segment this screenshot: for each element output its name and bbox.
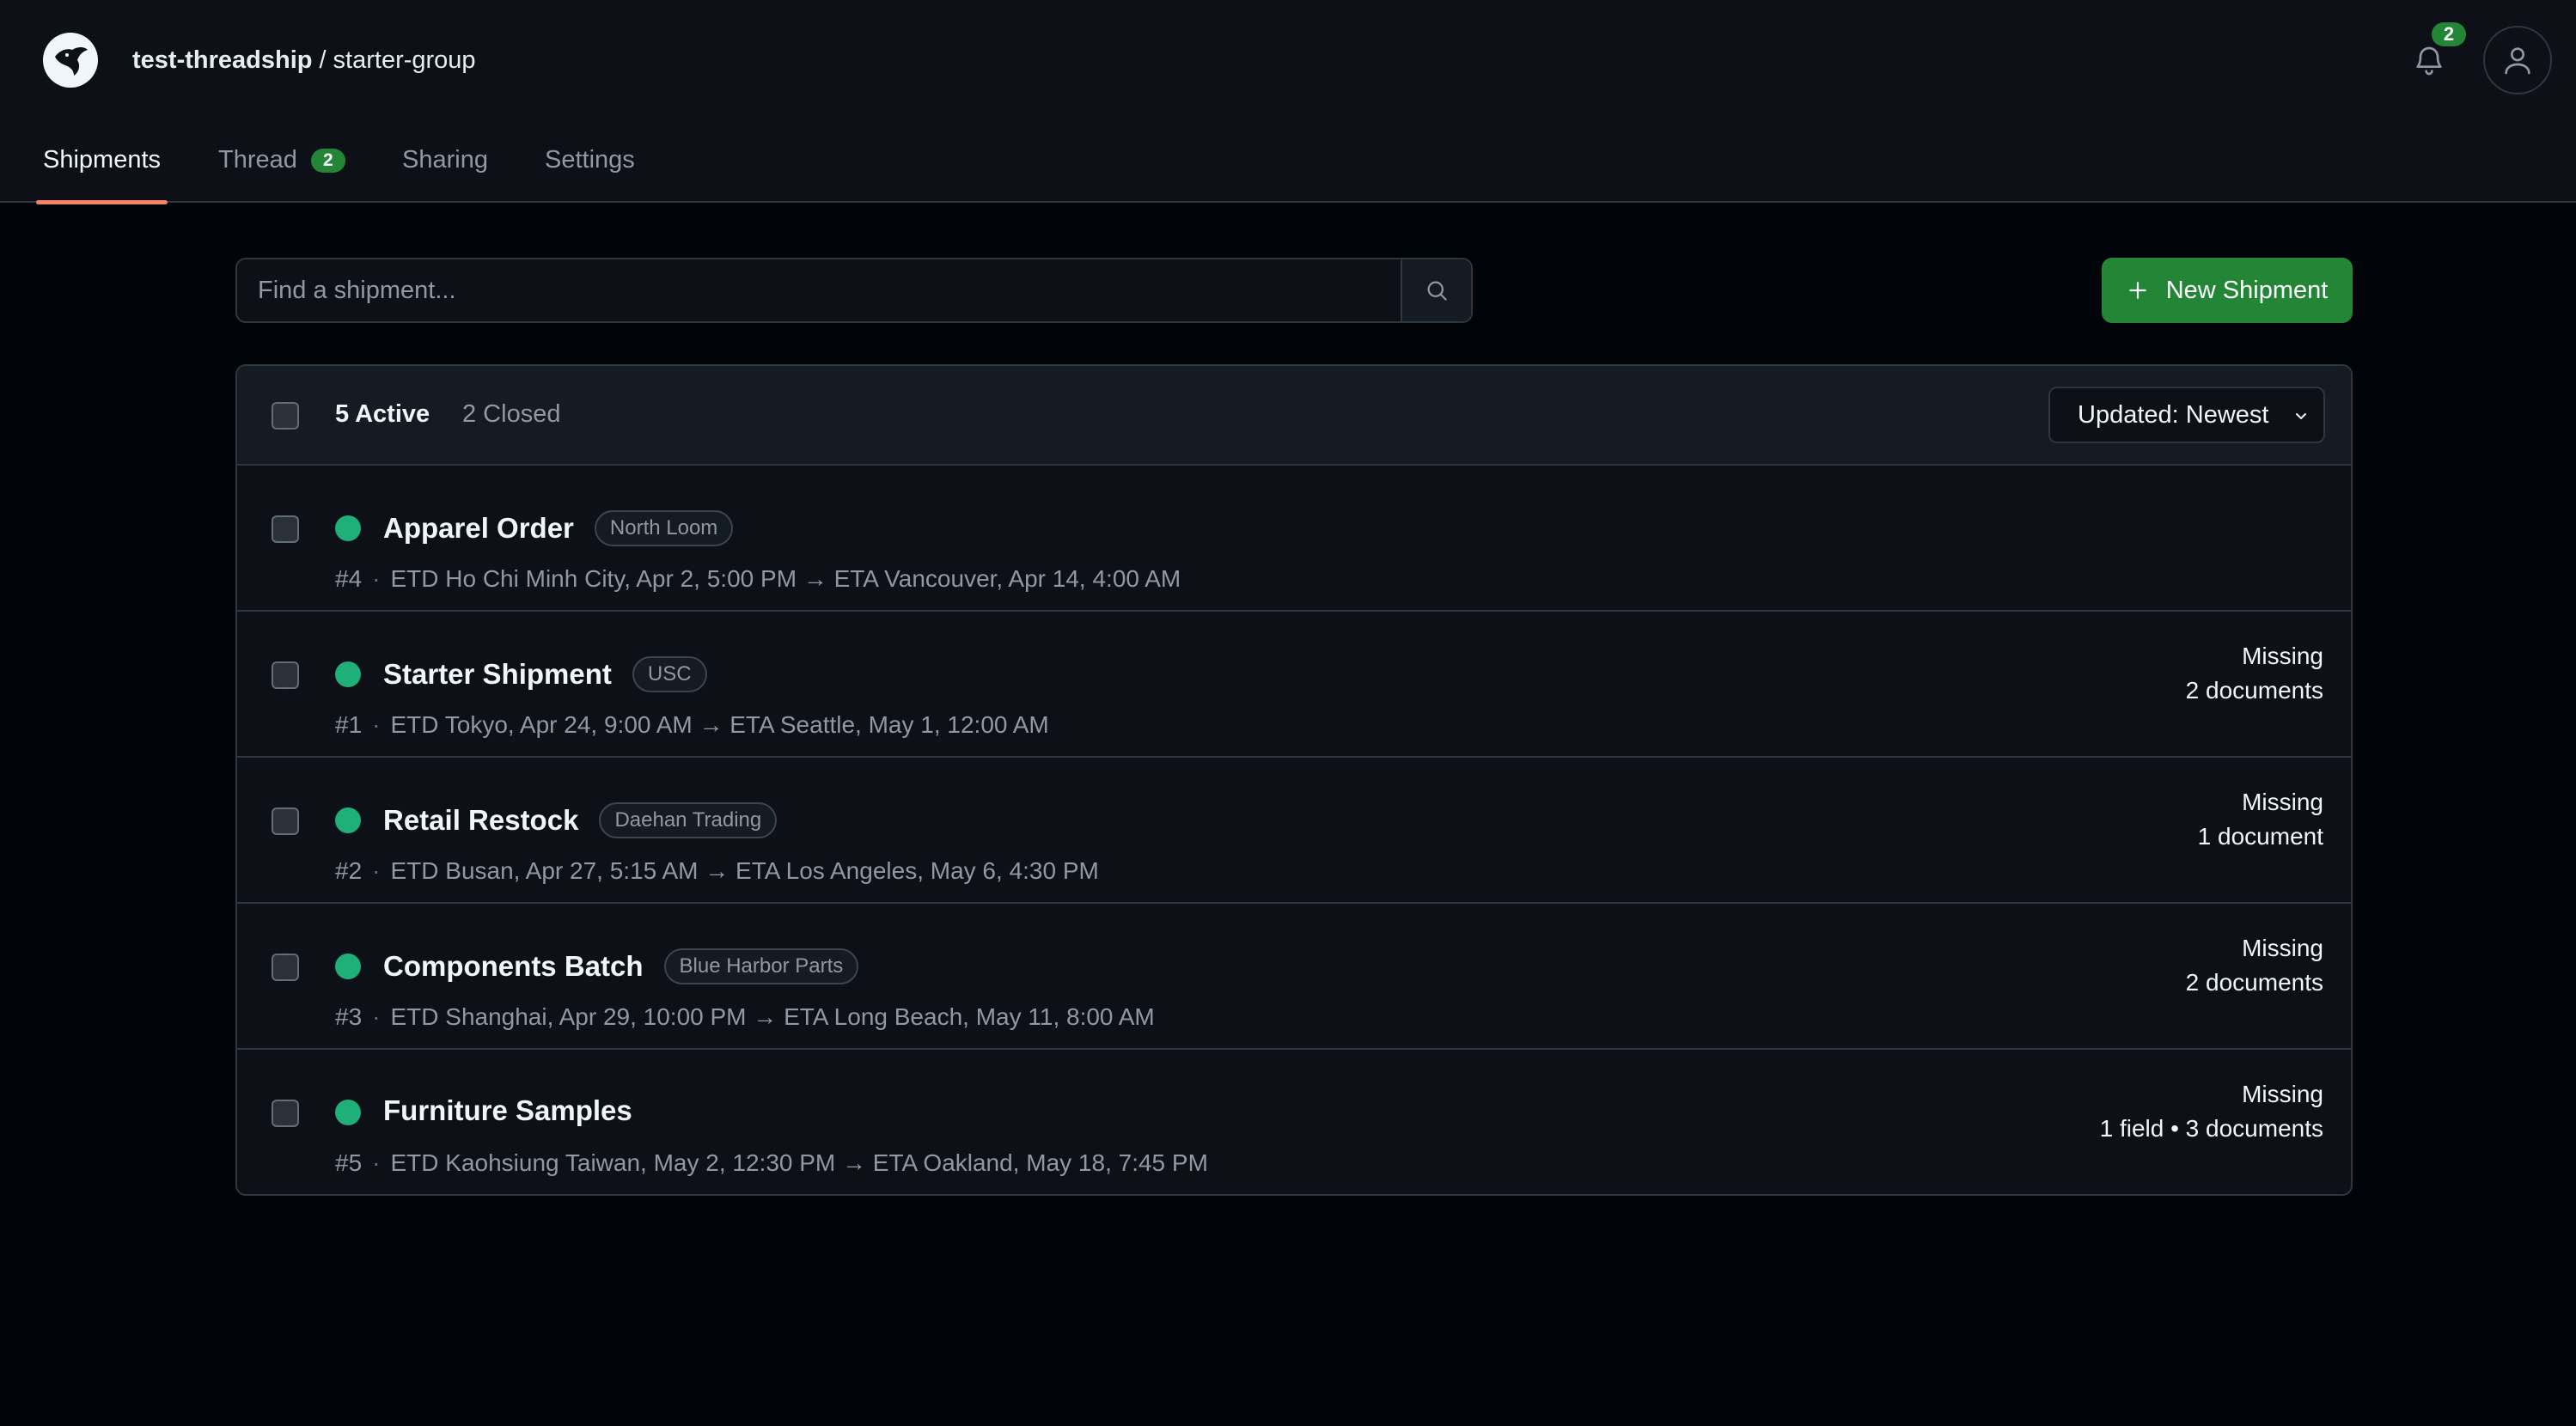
user-avatar-button[interactable] [2483,26,2552,94]
plus-icon [2128,282,2146,299]
status-line-1: Missing [2242,643,2323,669]
breadcrumb-repo[interactable]: starter-group [333,46,476,74]
repo-tabs: Shipments Thread 2 Sharing Settings [0,129,2576,204]
tab-label: Sharing [402,146,488,174]
shipment-route: ETD Shanghai, Apr 29, 10:00 PM → ETA Lon… [390,1003,1155,1030]
shipment-number: #1 [335,711,363,738]
row-checkbox[interactable] [272,1100,299,1127]
missing-status: Missing 2 documents [2186,639,2323,708]
shipment-row[interactable]: Components Batch Blue Harbor Parts #3 · ET… [237,904,2351,1050]
shipment-number: #4 [335,565,363,592]
shipment-title[interactable]: Components Batch [383,950,644,983]
thread-count-badge: 2 [310,149,345,173]
shipment-title[interactable]: Apparel Order [383,512,574,545]
shipment-number: #5 [335,1149,363,1176]
breadcrumb-owner[interactable]: test-threadship [132,46,312,74]
carrier-label[interactable]: North Loom [594,510,734,546]
carrier-label[interactable]: USC [632,656,707,692]
row-checkbox[interactable] [272,954,299,981]
row-checkbox[interactable] [272,515,299,543]
tab-sharing[interactable]: Sharing [402,129,488,203]
open-status-icon [335,954,361,979]
shipment-row[interactable]: Starter Shipment USC #1 · ETD Tokyo, Apr 2… [237,612,2351,758]
status-line-2: 1 field • 3 documents [2099,1115,2323,1142]
missing-status: Missing 1 document [2198,785,2323,854]
tab-shipments[interactable]: Shipments [35,129,168,204]
open-status-icon [335,515,361,541]
search-input[interactable] [237,259,1402,321]
shipment-number: #3 [335,1003,363,1030]
app-header: test-threadship / starter-group 2 Shipment… [0,0,2576,204]
status-line-2: 2 documents [2185,969,2323,996]
shipment-number: #2 [335,857,363,884]
shipment-route: ETD Tokyo, Apr 24, 9:00 AM → ETA Seattle… [390,711,1049,738]
breadcrumb-separator: / [319,46,327,74]
open-status-icon [335,807,361,833]
status-line-1: Missing [2242,789,2323,815]
filter-closed[interactable]: 2 Closed [462,400,560,429]
open-status-icon [335,661,361,687]
status-line-2: 2 documents [2185,677,2323,704]
filter-active[interactable]: 5 Active [335,400,430,429]
missing-status: Missing 1 field • 3 documents [2100,1077,2323,1146]
shipment-title[interactable]: Starter Shipment [383,658,612,691]
carrier-label[interactable]: Blue Harbor Parts [663,948,859,984]
status-line-1: Missing [2242,1081,2323,1107]
status-line-1: Missing [2242,935,2323,961]
tab-label: Thread [218,146,297,174]
tab-thread[interactable]: Thread 2 [218,129,345,203]
missing-status: Missing 2 documents [2186,931,2323,1000]
shipment-route: ETD Kaohsiung Taiwan, May 2, 12:30 PM → … [390,1149,1208,1176]
new-shipment-label: New Shipment [2165,276,2329,304]
chevron-down-icon [2296,413,2306,419]
shipment-title[interactable]: Furniture Samples [383,1094,632,1127]
tab-label: Shipments [43,146,162,174]
shipment-list: 5 Active 2 Closed Updated: Newest Appare… [235,364,2353,1196]
shipment-route: ETD Ho Chi Minh City, Apr 2, 5:00 PM → E… [390,565,1181,592]
search-button[interactable] [1401,259,1471,321]
manta-ray-logo-icon[interactable] [43,33,98,88]
tab-settings[interactable]: Settings [545,129,635,203]
open-status-icon [335,1100,361,1125]
search-icon [1427,281,1447,301]
shipment-search [235,258,1473,323]
notification-count-badge: 2 [2432,22,2466,46]
select-all-checkbox[interactable] [272,402,299,430]
user-icon [2505,47,2530,75]
status-line-2: 1 document [2197,823,2323,850]
shipment-title[interactable]: Retail Restock [383,804,578,837]
new-shipment-button[interactable]: New Shipment [2102,258,2353,323]
list-header: 5 Active 2 Closed Updated: Newest [237,366,2351,466]
row-checkbox[interactable] [272,807,299,835]
carrier-label[interactable]: Daehan Trading [599,802,778,838]
shipment-route: ETD Busan, Apr 27, 5:15 AM → ETA Los Ang… [390,857,1099,884]
sort-select[interactable]: Updated: Newest [2048,387,2325,443]
shipment-row[interactable]: Furniture Samples #5 · ETD Kaohsiung Taiwa… [237,1050,2351,1194]
shipment-row[interactable]: Apparel Order North Loom #4 · ETD Ho Chi M… [237,466,2351,612]
row-checkbox[interactable] [272,661,299,689]
bell-icon[interactable] [2409,41,2449,81]
breadcrumb: test-threadship / starter-group [132,43,476,77]
tab-label: Settings [545,146,635,174]
shipment-row[interactable]: Retail Restock Daehan Trading #2 · ETD Bus… [237,758,2351,904]
sort-label: Updated: Newest [2078,401,2269,429]
